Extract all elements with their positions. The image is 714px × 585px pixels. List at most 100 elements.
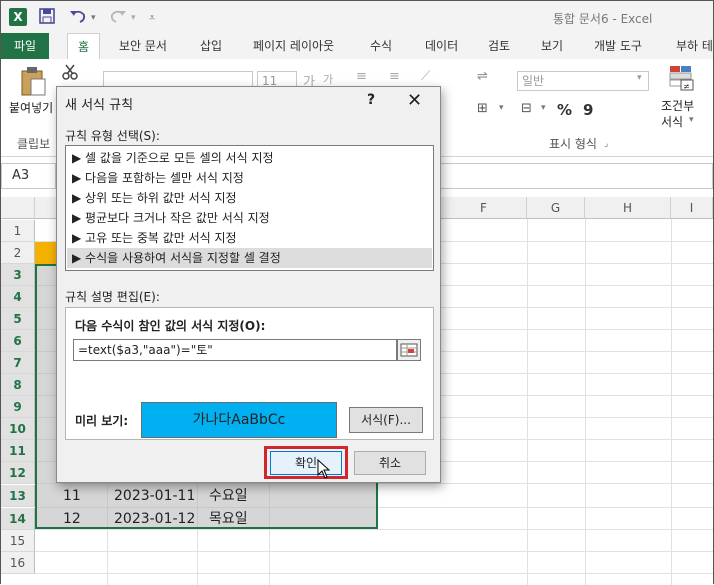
rule-description-panel: 다음 수식이 참인 값의 서식 지정(O): =text($a3,"aaa")=… xyxy=(65,307,434,440)
cell-weekday[interactable]: 목요일 xyxy=(209,508,248,530)
select-all-corner[interactable] xyxy=(1,197,35,219)
tab-developer[interactable]: 개발 도구 xyxy=(594,33,642,59)
tab-file[interactable]: 파일 xyxy=(1,33,49,59)
shrink-font-icon[interactable]: 가 xyxy=(323,71,333,87)
title-bar: X ▾ ▾ ⩡ 통합 문서6 - Excel xyxy=(1,1,713,33)
paste-icon[interactable] xyxy=(19,65,49,100)
undo-dropdown-icon[interactable]: ▾ xyxy=(91,13,96,23)
gridline xyxy=(671,219,672,585)
number-format-dropdown-icon[interactable]: ▾ xyxy=(637,73,642,83)
orientation-icon[interactable]: ⟋ xyxy=(421,69,430,84)
cancel-button[interactable]: 취소 xyxy=(354,451,426,475)
cell-weekday[interactable]: 수요일 xyxy=(209,485,248,507)
align-top-icon[interactable]: ≡ xyxy=(356,69,367,84)
customize-icon[interactable]: ⩡ xyxy=(149,11,155,25)
column-header-f[interactable]: F xyxy=(441,197,527,219)
ribbon-tabs: 파일 홈 보안 문서 삽입 페이지 레이아웃 수식 데이터 검토 보기 개발 도… xyxy=(1,33,713,59)
row-header[interactable]: 4 xyxy=(1,286,35,308)
cell-date[interactable]: 2023-01-12 xyxy=(114,508,195,530)
dialog-title: 새 서식 규칙 xyxy=(65,98,134,113)
percent-icon[interactable]: % xyxy=(557,101,572,119)
row-header[interactable]: 12 xyxy=(1,462,35,484)
tab-page-layout[interactable]: 페이지 레이아웃 xyxy=(253,33,334,59)
number-dialog-launcher-icon[interactable]: ⌟ xyxy=(604,139,608,149)
row-header[interactable]: 7 xyxy=(1,352,35,374)
rule-type-item[interactable]: ▶ 평균보다 크거나 작은 값만 서식 지정 xyxy=(72,208,270,228)
ok-highlight-box xyxy=(264,446,348,479)
merge-dropdown-icon[interactable]: ▾ xyxy=(499,103,504,113)
currency-dropdown-icon[interactable]: ▾ xyxy=(541,103,546,113)
format-preview: 가나다AaBbCc xyxy=(141,402,337,438)
cond-format-label-1[interactable]: 조건부 xyxy=(661,97,694,114)
align-middle-icon[interactable]: ≡ xyxy=(389,69,400,84)
cond-format-dropdown-icon[interactable]: ▾ xyxy=(689,115,694,125)
new-format-rule-dialog: 새 서식 규칙 ? ✕ 규칙 유형 선택(S): ▶ 셀 값을 기준으로 모든 … xyxy=(56,86,441,483)
rule-type-item[interactable]: ▶ 고유 또는 중복 값만 서식 지정 xyxy=(72,228,237,248)
cell-number[interactable]: 12 xyxy=(63,508,81,530)
formula-bar[interactable] xyxy=(441,163,713,189)
tab-formulas[interactable]: 수식 xyxy=(370,33,392,59)
row-header[interactable]: 1 xyxy=(1,220,35,242)
row-header[interactable]: 10 xyxy=(1,418,35,440)
format-button[interactable]: 서식(F)... xyxy=(349,407,423,433)
mouse-cursor-icon xyxy=(317,458,331,482)
row-header[interactable]: 2 xyxy=(1,242,35,264)
rule-type-list[interactable]: ▶ 셀 값을 기준으로 모든 셀의 서식 지정 ▶ 다음을 포함하는 셀만 서식… xyxy=(65,145,434,271)
formula-label: 다음 수식이 참인 값의 서식 지정(O): xyxy=(75,319,266,333)
tab-home[interactable]: 홈 xyxy=(67,33,101,59)
rule-type-label: 규칙 유형 선택(S): xyxy=(65,129,160,143)
scissors-icon[interactable] xyxy=(61,63,79,84)
rule-type-item-selected[interactable]: ▶ 수식을 사용하여 서식을 지정할 셀 결정 xyxy=(67,248,432,268)
row-header[interactable]: 9 xyxy=(1,396,35,418)
row-header[interactable]: 11 xyxy=(1,440,35,462)
rule-type-item[interactable]: ▶ 다음을 포함하는 셀만 서식 지정 xyxy=(72,168,244,188)
tab-view[interactable]: 보기 xyxy=(541,33,563,59)
cond-format-label-2[interactable]: 서식 xyxy=(661,113,683,130)
header-cell-fill xyxy=(35,242,57,264)
row-header[interactable]: 15 xyxy=(1,530,35,552)
cell-date[interactable]: 2023-01-11 xyxy=(114,485,195,507)
row-header[interactable]: 8 xyxy=(1,374,35,396)
row-header[interactable]: 6 xyxy=(1,330,35,352)
clipboard-group-label: 클립보 xyxy=(17,137,51,151)
row-header[interactable]: 14 xyxy=(1,508,35,530)
row-header[interactable]: 16 xyxy=(1,552,35,574)
redo-dropdown-icon[interactable]: ▾ xyxy=(131,13,136,23)
column-header-g[interactable]: G xyxy=(527,197,585,219)
wrap-text-icon[interactable]: ⇌ xyxy=(477,69,488,84)
rule-type-item[interactable]: ▶ 상위 또는 하위 값만 서식 지정 xyxy=(72,188,237,208)
column-header-h[interactable]: H xyxy=(585,197,671,219)
row-header[interactable]: 3 xyxy=(1,264,35,286)
tab-data[interactable]: 데이터 xyxy=(425,33,458,59)
undo-icon[interactable] xyxy=(69,8,87,28)
cell-number[interactable]: 11 xyxy=(63,485,81,507)
save-icon[interactable] xyxy=(39,8,55,28)
formula-input[interactable]: =text($a3,"aaa")="토" xyxy=(73,339,397,361)
paste-label[interactable]: 붙여넣기 xyxy=(9,99,53,116)
svg-text:≠: ≠ xyxy=(683,82,690,91)
gridline xyxy=(527,219,528,585)
gridline xyxy=(585,219,586,585)
tab-security-doc[interactable]: 보안 문서 xyxy=(119,33,167,59)
comma-style-icon[interactable]: 9 xyxy=(583,101,593,119)
redo-icon[interactable] xyxy=(109,8,127,28)
number-format-box[interactable]: 일반 xyxy=(517,71,649,91)
row-header[interactable]: 5 xyxy=(1,308,35,330)
range-select-button[interactable] xyxy=(397,339,421,361)
name-box[interactable]: A3 xyxy=(1,163,56,189)
currency-icon[interactable]: ⊟ xyxy=(521,101,532,116)
rule-desc-label: 규칙 설명 편집(E): xyxy=(65,290,160,304)
merge-cells-icon[interactable]: ⊞ xyxy=(477,101,488,116)
tab-review[interactable]: 검토 xyxy=(488,33,510,59)
tab-load-test[interactable]: 부하 테 xyxy=(676,33,713,59)
tab-insert[interactable]: 삽입 xyxy=(200,33,222,59)
gridline xyxy=(35,573,713,574)
close-icon[interactable]: ✕ xyxy=(407,90,422,111)
column-header-i[interactable]: I xyxy=(671,197,713,219)
excel-logo-icon: X xyxy=(9,8,27,26)
window-title: 통합 문서6 - Excel xyxy=(553,12,653,26)
help-icon[interactable]: ? xyxy=(367,92,375,108)
row-header[interactable]: 13 xyxy=(1,485,35,507)
conditional-format-icon[interactable]: ≠ xyxy=(669,65,695,94)
rule-type-item[interactable]: ▶ 셀 값을 기준으로 모든 셀의 서식 지정 xyxy=(72,148,274,168)
